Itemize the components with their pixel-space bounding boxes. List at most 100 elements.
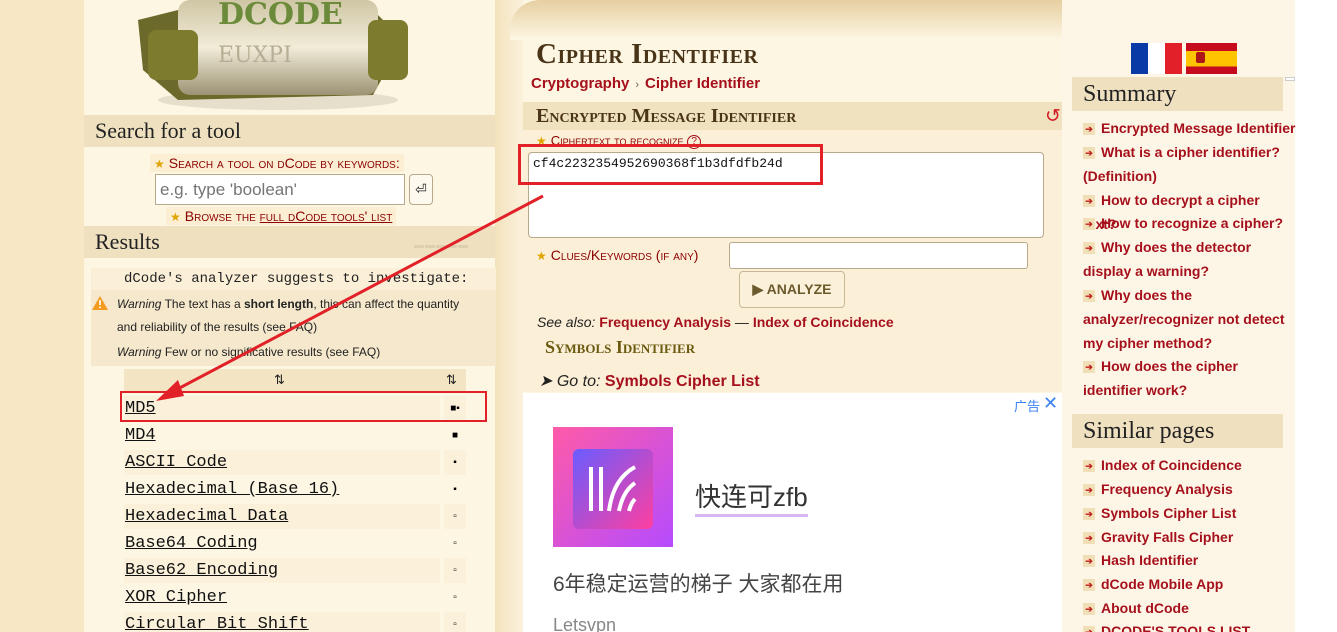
result-score: ▫ [444, 504, 466, 529]
ad-label: 广告 [1014, 399, 1041, 414]
table-row[interactable]: ASCII Code ▪ [124, 450, 466, 475]
warning-icon [92, 296, 108, 310]
collapse-dashes[interactable]: ▬▬▬▬▬ [414, 240, 469, 251]
similar-link[interactable]: Gravity Falls Cipher [1101, 529, 1233, 545]
enter-icon: ⏎ [415, 181, 427, 197]
arrow-icon: ➔ [1083, 603, 1095, 616]
summary-link[interactable]: How does the cipher identifier work? [1083, 358, 1238, 398]
similar-link[interactable]: About dCode [1101, 600, 1189, 616]
result-score: ▪ [444, 477, 466, 502]
ad-image[interactable] [553, 427, 673, 547]
reload-icon[interactable]: ↺ [1045, 105, 1061, 128]
summary-link[interactable]: Encrypted Message Identifier [1101, 120, 1296, 136]
summary-item-4[interactable]: ➔ Why does the detector display a warning… [1083, 235, 1297, 283]
summary-item-3[interactable]: ➔ How to recognize a cipher? [1083, 211, 1297, 235]
similar-link[interactable]: Symbols Cipher List [1101, 505, 1236, 521]
similar-link[interactable]: Index of Coincidence [1101, 457, 1242, 473]
similar-item-3[interactable]: ➔ Gravity Falls Cipher [1083, 525, 1297, 549]
summary-link[interactable]: How to recognize a cipher? [1101, 215, 1283, 231]
tool-title: Encrypted Message Identifier [523, 102, 1062, 130]
result-name[interactable]: MD4 [124, 423, 440, 448]
see-also-frequency-link[interactable]: Frequency Analysis [599, 314, 731, 330]
result-name[interactable]: ASCII Code [124, 450, 440, 475]
result-score: ▪ [444, 450, 466, 475]
search-input[interactable] [155, 174, 405, 205]
browse-tools-link[interactable]: ★ Browse the full dCode tools' list [166, 207, 397, 225]
star-icon: ★ [536, 249, 547, 263]
similar-item-4[interactable]: ➔ Hash Identifier [1083, 548, 1297, 572]
similar-link[interactable]: DCODE'S TOOLS LIST [1101, 623, 1250, 632]
french-flag-icon[interactable] [1131, 43, 1182, 74]
breadcrumb-separator: › [635, 79, 640, 91]
arrow-icon: ➔ [1083, 290, 1095, 303]
similar-item-2[interactable]: ➔ Symbols Cipher List [1083, 501, 1297, 525]
ad-close-icon[interactable]: ✕ [1043, 393, 1058, 414]
goto-label: ➤ Go to: [539, 373, 601, 390]
warning-1-text-b: , this can affect the quantity [313, 297, 460, 311]
left-margin [0, 0, 84, 632]
result-score: ▫ [444, 585, 466, 610]
logo-row2: EUXPI [218, 43, 292, 68]
column-gap [495, 0, 523, 632]
arrow-icon: ➔ [1083, 195, 1095, 208]
table-row[interactable]: Circular Bit Shift ▫ [124, 612, 466, 632]
minus-icon[interactable] [1285, 77, 1295, 81]
table-row[interactable]: Hexadecimal Data ▫ [124, 504, 466, 529]
warning-1-bold: short length [243, 297, 314, 311]
goto-line: ➤ Go to: Symbols Cipher List [539, 371, 760, 391]
summary-item-1[interactable]: ➔ What is a cipher identifier? (Definitio… [1083, 140, 1297, 188]
summary-link[interactable]: Why does the detector display a warning? [1083, 239, 1251, 279]
result-name[interactable]: Hexadecimal (Base 16) [124, 477, 440, 502]
similar-item-0[interactable]: ➔ Index of Coincidence [1083, 453, 1297, 477]
summary-link[interactable]: What is a cipher identifier? (Definition… [1083, 144, 1280, 184]
result-name[interactable]: XOR Cipher [124, 585, 440, 610]
arrow-icon: ➔ [1083, 626, 1095, 632]
spanish-flag-icon[interactable] [1186, 43, 1237, 74]
sort-score-icon[interactable]: ⇅ [446, 372, 457, 388]
similar-link[interactable]: Hash Identifier [1101, 552, 1198, 568]
analyzer-suggestion: dCode's analyzer suggests to investigate… [91, 268, 496, 290]
result-name[interactable]: Hexadecimal Data [124, 504, 440, 529]
ad-title[interactable]: 快连可zfb [695, 477, 808, 517]
advertisement[interactable]: 广告 ✕ 快连可zfb 6年稳定运营的梯子 大家都在用 Letsvpn [523, 393, 1062, 632]
result-name[interactable]: Base62 Encoding [124, 558, 440, 583]
result-name[interactable]: Circular Bit Shift [124, 612, 440, 632]
see-also-ioc-link[interactable]: Index of Coincidence [753, 314, 894, 330]
search-submit-button[interactable]: ⏎ [409, 174, 433, 205]
search-label-text: Search a tool on dCode by keywords: [168, 155, 400, 171]
browse-link-text[interactable]: full dCode tools' list [260, 208, 393, 224]
summary-link[interactable]: Why does the analyzer/recognizer not det… [1083, 287, 1285, 351]
dcode-logo[interactable]: DCODE EUXPI [118, 0, 418, 110]
sort-name-icon[interactable]: ⇅ [274, 372, 285, 388]
result-name[interactable]: Base64 Coding [124, 531, 440, 556]
table-row[interactable]: Base64 Coding ▫ [124, 531, 466, 556]
similar-link[interactable]: Frequency Analysis [1101, 481, 1233, 497]
symbols-identifier-title[interactable]: Symbols Identifier [545, 337, 695, 358]
warning-1-lead: Warning [117, 297, 162, 311]
arrow-icon: ➔ [1083, 579, 1095, 592]
analyze-button[interactable]: ▶ ANALYZE [739, 271, 845, 308]
far-right-margin [1295, 0, 1337, 632]
similar-pages-title: Similar pages [1072, 414, 1283, 448]
summary-item-5[interactable]: ➔ Why does the analyzer/recognizer not de… [1083, 283, 1297, 355]
summary-item-6[interactable]: ➔ How does the cipher identifier work? [1083, 354, 1297, 402]
breadcrumb-cipher-identifier[interactable]: Cipher Identifier [645, 75, 760, 92]
similar-link[interactable]: dCode Mobile App [1101, 576, 1223, 592]
breadcrumb-cryptography[interactable]: Cryptography [531, 75, 629, 92]
similar-item-5[interactable]: ➔ dCode Mobile App [1083, 572, 1297, 596]
arrow-icon: ➔ [1083, 484, 1095, 497]
similar-item-7[interactable]: ➔ DCODE'S TOOLS LIST [1083, 619, 1297, 632]
table-row[interactable]: Base62 Encoding ▫ [124, 558, 466, 583]
goto-symbols-link[interactable]: Symbols Cipher List [605, 373, 760, 390]
result-score: ▫ [444, 558, 466, 583]
warning-2: Warning Few or no significative results … [117, 345, 380, 359]
table-row[interactable]: XOR Cipher ▫ [124, 585, 466, 610]
analyzer-box: dCode's analyzer suggests to investigate… [91, 268, 496, 366]
arrow-icon: ➔ [1083, 532, 1095, 545]
table-row[interactable]: Hexadecimal (Base 16) ▪ [124, 477, 466, 502]
table-row[interactable]: MD4 ■ [124, 423, 466, 448]
similar-item-1[interactable]: ➔ Frequency Analysis [1083, 477, 1297, 501]
clues-input[interactable] [729, 242, 1028, 269]
similar-item-6[interactable]: ➔ About dCode [1083, 596, 1297, 620]
summary-item-0[interactable]: ➔ Encrypted Message Identifier [1083, 116, 1297, 140]
